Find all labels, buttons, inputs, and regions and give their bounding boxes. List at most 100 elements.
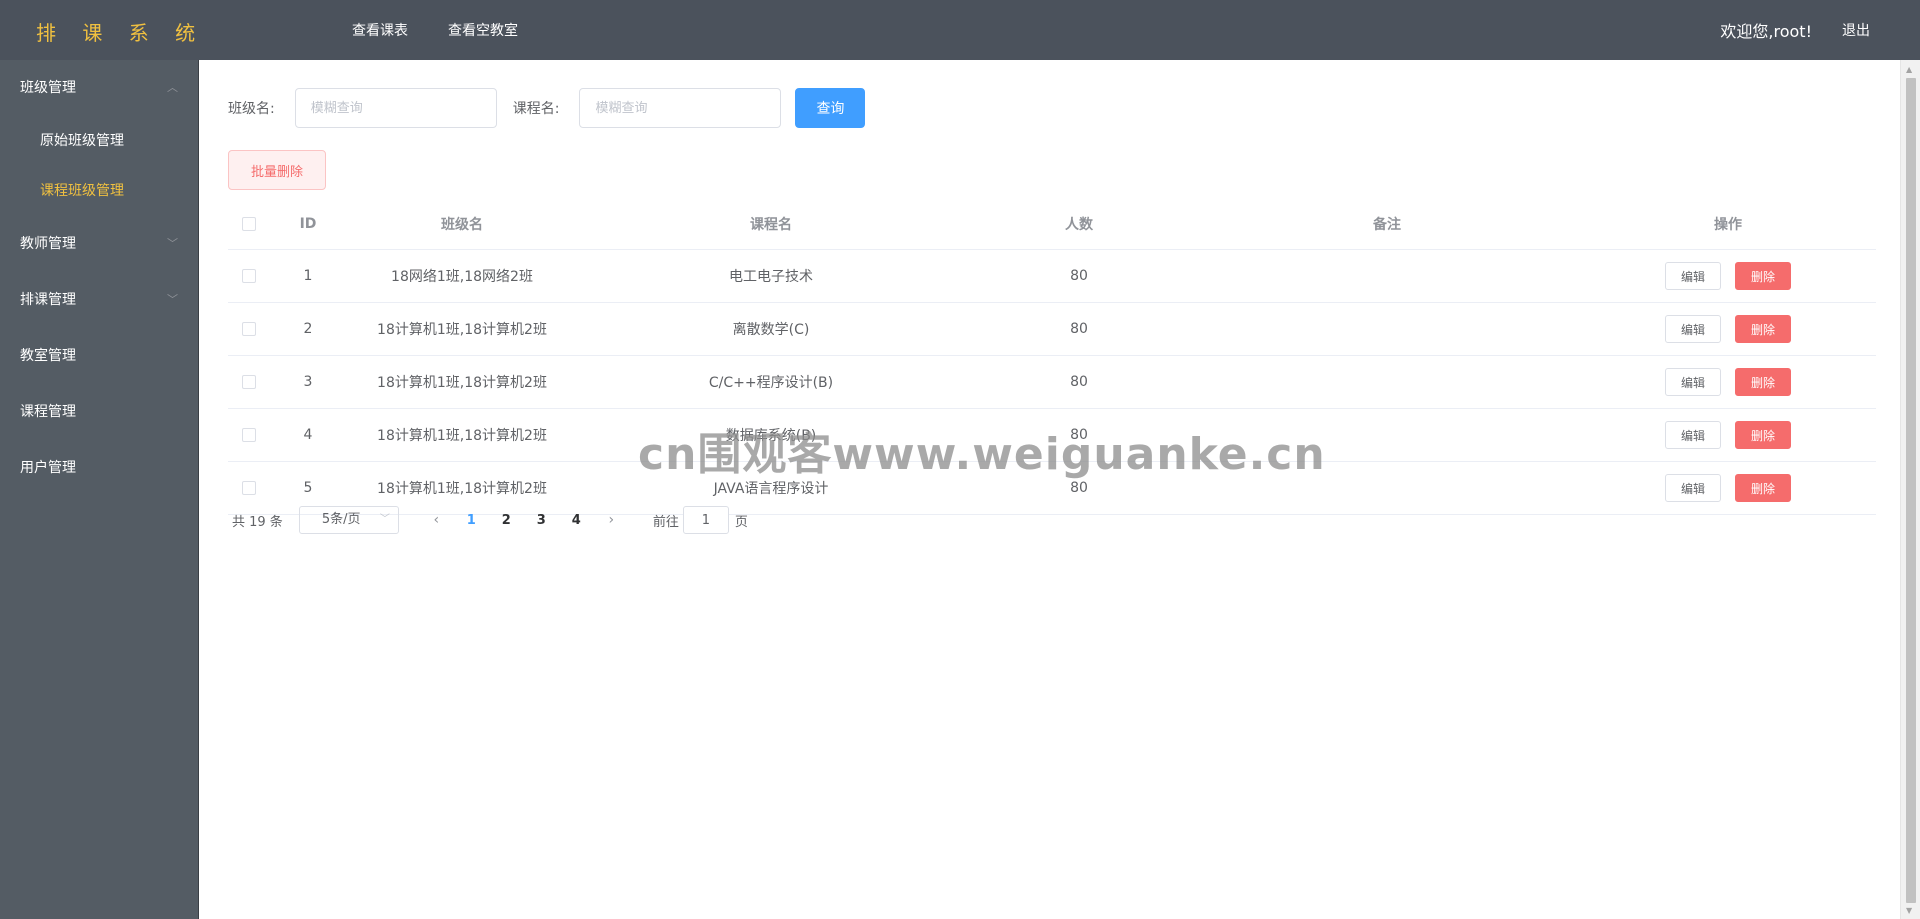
- cell-class: 18计算机1班,18计算机2班: [377, 481, 547, 497]
- row-checkbox-cell: [228, 269, 270, 283]
- goto-suffix: 页: [734, 514, 748, 530]
- main-content: 班级名: 课程名: 查询 批量删除 ID 班级名 课程名 人数 备注 操作 1 …: [200, 60, 1900, 919]
- logout-link[interactable]: 退出: [1842, 20, 1870, 40]
- page-button-4[interactable]: 4: [559, 513, 594, 528]
- page-button-2[interactable]: 2: [489, 513, 524, 528]
- edit-button[interactable]: 编辑: [1665, 315, 1721, 343]
- edit-button[interactable]: 编辑: [1665, 368, 1721, 396]
- table-row: 3 18计算机1班,18计算机2班 C/C++程序设计(B) 80 编辑 删除: [228, 356, 1876, 409]
- delete-button[interactable]: 删除: [1735, 474, 1791, 502]
- sidebar-menu-class-management[interactable]: 班级管理 ︿: [0, 60, 198, 116]
- table-row: 1 18网络1班,18网络2班 电工电子技术 80 编辑 删除: [228, 250, 1876, 303]
- total-count: 共 19 条: [232, 514, 283, 530]
- cell-actions: 编辑 删除: [1580, 368, 1876, 396]
- cell-actions: 编辑 删除: [1580, 474, 1876, 502]
- cell-actions: 编辑 删除: [1580, 315, 1876, 343]
- cell-class: 18计算机1班,18计算机2班: [377, 322, 547, 338]
- row-checkbox[interactable]: [242, 269, 256, 283]
- delete-button[interactable]: 删除: [1735, 262, 1791, 290]
- chevron-down-icon: ﹀: [167, 293, 178, 306]
- app-title: 排 课 系 统: [36, 21, 206, 45]
- column-header-course: 课程名: [750, 216, 792, 233]
- scroll-down-icon[interactable]: ▼: [1906, 906, 1912, 915]
- table-row: 2 18计算机1班,18计算机2班 离散数学(C) 80 编辑 删除: [228, 303, 1876, 356]
- next-page-icon[interactable]: ›: [594, 512, 629, 528]
- edit-button[interactable]: 编辑: [1665, 421, 1721, 449]
- sidebar-menu-teacher-management[interactable]: 教师管理 ﹀: [0, 216, 198, 272]
- row-checkbox[interactable]: [242, 322, 256, 336]
- delete-button[interactable]: 删除: [1735, 315, 1791, 343]
- cell-id: 5: [303, 480, 313, 496]
- batch-delete-button[interactable]: 批量删除: [228, 150, 326, 190]
- top-nav: 查看课表 查看空教室: [352, 0, 558, 60]
- delete-button[interactable]: 删除: [1735, 368, 1791, 396]
- cell-actions: 编辑 删除: [1580, 262, 1876, 290]
- sidebar-menu-label: 班级管理: [20, 80, 76, 96]
- edit-button[interactable]: 编辑: [1665, 262, 1721, 290]
- class-name-label: 班级名:: [228, 101, 275, 117]
- cell-count: 80: [1070, 321, 1088, 337]
- table-row: 4 18计算机1班,18计算机2班 数据库系统(B) 80 编辑 删除: [228, 409, 1876, 462]
- sidebar-menu-classroom-management[interactable]: 教室管理: [0, 328, 198, 384]
- cell-class: 18计算机1班,18计算机2班: [377, 428, 547, 444]
- cell-course: C/C++程序设计(B): [708, 375, 834, 391]
- cell-course: JAVA语言程序设计: [713, 481, 829, 497]
- edit-button[interactable]: 编辑: [1665, 474, 1721, 502]
- scrollbar-thumb[interactable]: [1906, 78, 1916, 903]
- delete-button[interactable]: 删除: [1735, 421, 1791, 449]
- sidebar-item-original-class[interactable]: 原始班级管理: [0, 116, 198, 166]
- page-size-select[interactable]: 5条/页 ﹀: [298, 506, 399, 534]
- search-form: 班级名: 课程名: 查询: [228, 88, 866, 128]
- sidebar-menu-label: 用户管理: [20, 460, 76, 476]
- row-checkbox[interactable]: [242, 481, 256, 495]
- column-header-id: ID: [299, 215, 317, 232]
- vertical-scrollbar[interactable]: ▲ ▼: [1900, 60, 1920, 919]
- cell-course: 离散数学(C): [732, 322, 810, 338]
- cell-count: 80: [1070, 427, 1088, 443]
- course-name-input[interactable]: [579, 88, 782, 128]
- row-checkbox-cell: [228, 375, 270, 389]
- prev-page-icon[interactable]: ‹: [419, 512, 454, 528]
- row-checkbox[interactable]: [242, 428, 256, 442]
- sidebar-item-course-class[interactable]: 课程班级管理: [0, 166, 198, 216]
- sidebar-menu-label: 教师管理: [20, 236, 76, 252]
- cell-id: 3: [303, 374, 313, 390]
- page-button-1[interactable]: 1: [454, 513, 489, 528]
- column-header-note: 备注: [1373, 216, 1401, 233]
- select-all-checkbox[interactable]: [242, 216, 256, 231]
- table-header: ID 班级名 课程名 人数 备注 操作: [228, 198, 1876, 250]
- nav-view-schedule[interactable]: 查看课表: [352, 20, 408, 40]
- course-name-label: 课程名:: [512, 101, 560, 117]
- sidebar-menu-label: 课程管理: [20, 404, 76, 420]
- class-name-input[interactable]: [294, 88, 497, 128]
- page-button-3[interactable]: 3: [524, 513, 559, 528]
- row-checkbox-cell: [228, 322, 270, 336]
- pagination: 共 19 条 5条/页 ﹀ ‹ 1 2 3 4 › 前往 页: [232, 506, 748, 534]
- cell-actions: 编辑 删除: [1580, 421, 1876, 449]
- row-checkbox-cell: [228, 481, 270, 495]
- cell-count: 80: [1070, 374, 1088, 390]
- sidebar-menu-course-management[interactable]: 课程管理: [0, 384, 198, 440]
- row-checkbox[interactable]: [242, 375, 256, 389]
- cell-course: 电工电子技术: [729, 269, 813, 285]
- page-size-value: 5条/页: [321, 512, 361, 527]
- column-header-class: 班级名: [441, 216, 483, 233]
- sidebar: 班级管理 ︿ 原始班级管理 课程班级管理 教师管理 ﹀ 排课管理 ﹀ 教室管理 …: [0, 60, 199, 919]
- page-jumper: 前往 页: [653, 506, 748, 534]
- goto-prefix: 前往: [652, 514, 679, 530]
- column-header-count: 人数: [1065, 216, 1093, 233]
- sidebar-menu-scheduling-management[interactable]: 排课管理 ﹀: [0, 272, 198, 328]
- chevron-up-icon: ︿: [167, 81, 178, 94]
- sidebar-menu-label: 教室管理: [20, 348, 76, 364]
- scroll-up-icon[interactable]: ▲: [1906, 65, 1912, 74]
- sidebar-menu-label: 排课管理: [20, 292, 76, 308]
- header-checkbox-cell: [228, 216, 270, 231]
- query-button[interactable]: 查询: [795, 88, 866, 128]
- cell-id: 4: [303, 427, 313, 443]
- goto-page-input[interactable]: [682, 506, 729, 534]
- cell-count: 80: [1070, 480, 1088, 496]
- nav-view-empty-classroom[interactable]: 查看空教室: [448, 20, 518, 40]
- column-header-actions: 操作: [1714, 216, 1742, 233]
- sidebar-menu-user-management[interactable]: 用户管理: [0, 440, 198, 496]
- cell-id: 2: [303, 321, 313, 337]
